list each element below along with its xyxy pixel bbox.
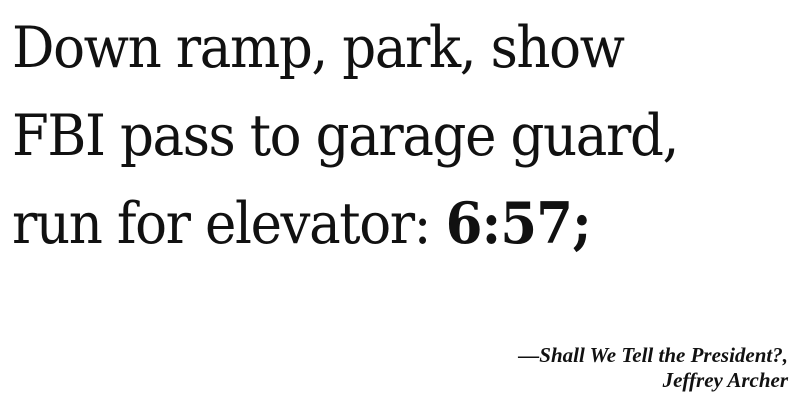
attribution: —Shall We Tell the President?, Jeffrey A… xyxy=(518,343,788,393)
author-name: Jeffrey Archer xyxy=(662,368,788,392)
quote-line-3: run for elevator: 6:57; xyxy=(12,180,737,268)
quote-line-3-text: run for elevator: xyxy=(12,191,446,257)
quote-text: Down ramp, park, show FBI pass to garage… xyxy=(12,4,737,268)
quote-line-1: Down ramp, park, show xyxy=(12,15,625,81)
quote-line-2: FBI pass to garage guard, xyxy=(12,103,679,169)
book-title: —Shall We Tell the President?, xyxy=(518,343,788,367)
quote-time: 6:57; xyxy=(445,190,592,257)
